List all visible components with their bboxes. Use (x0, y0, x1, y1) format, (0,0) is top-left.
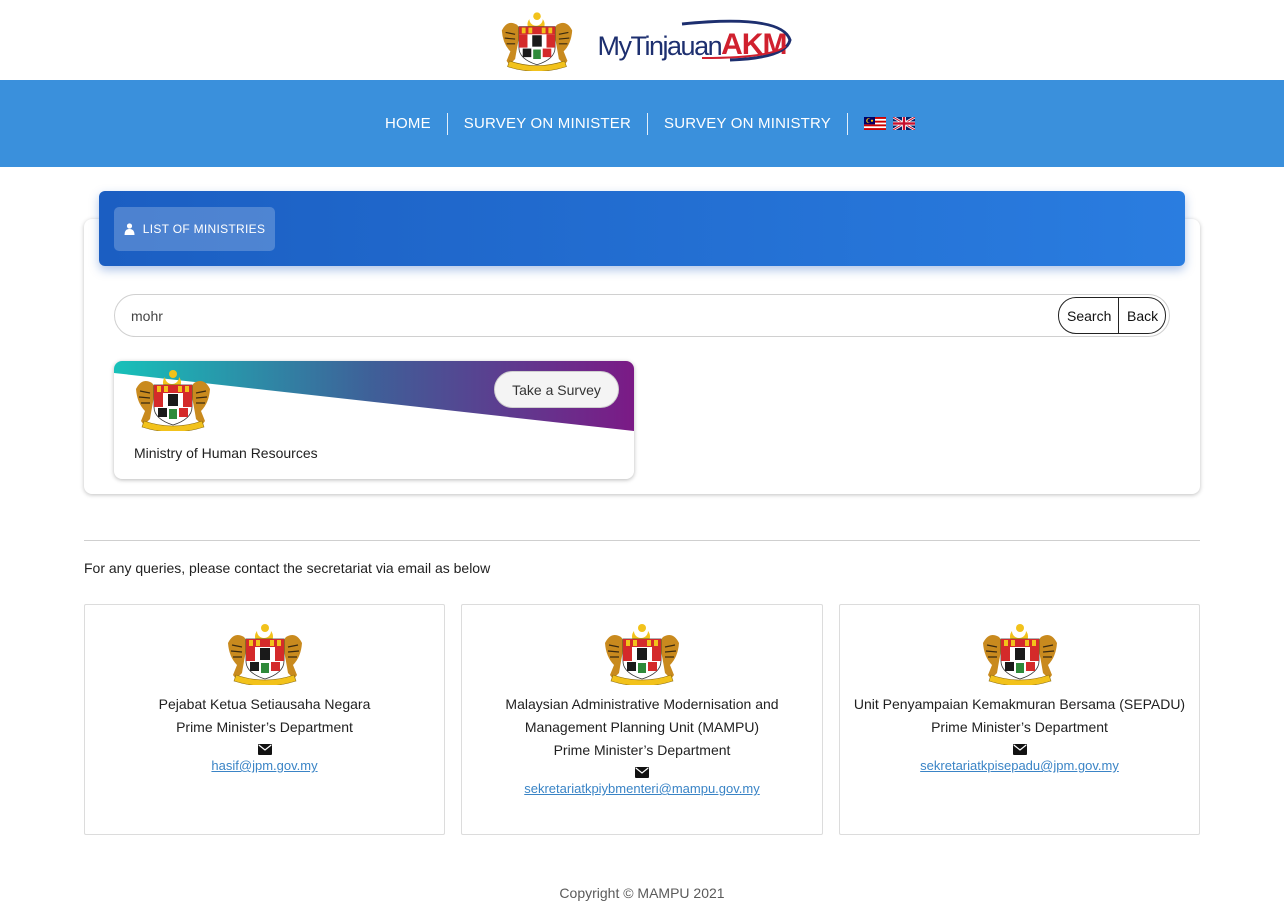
uk-flag-icon[interactable] (893, 117, 916, 130)
contact-department: Prime Minister’s Department (553, 742, 731, 758)
card-header: LIST OF MINISTRIES (99, 191, 1185, 266)
search-button-group: Search Back (1058, 297, 1166, 334)
user-icon (124, 223, 135, 235)
envelope-icon (635, 767, 649, 778)
contact-crest-logo (224, 621, 306, 685)
envelope-icon (1012, 744, 1027, 755)
ministry-crest-logo (132, 367, 214, 431)
contact-email-link[interactable]: sekretariatkpisepadu@jpm.gov.my (920, 758, 1119, 773)
nav-survey-on-ministry[interactable]: SURVEY ON MINISTRY (648, 113, 847, 135)
language-switcher (848, 117, 916, 130)
contact-email-link[interactable]: hasif@jpm.gov.my (211, 758, 317, 773)
contact-department: Prime Minister’s Department (176, 719, 353, 735)
contact-intro: For any queries, please contact the secr… (84, 560, 491, 576)
back-button[interactable]: Back (1119, 297, 1166, 334)
contact-card-pejabat-ksn: Pejabat Ketua Setiausaha Negara Prime Mi… (84, 604, 445, 835)
search-button[interactable]: Search (1058, 297, 1119, 334)
brand-prefix: MyTinjauan (597, 31, 723, 61)
section-divider (84, 540, 1200, 541)
contact-org-name: Unit Penyampaian Kemakmuran Bersama (SEP… (853, 696, 1186, 712)
contact-org-name-continued: Management Planning Unit (MAMPU) (524, 719, 760, 735)
tab-list-of-ministries[interactable]: LIST OF MINISTRIES (114, 207, 275, 251)
tab-label: LIST OF MINISTRIES (142, 222, 266, 236)
ministry-name: Ministry of Human Resources (134, 445, 318, 461)
envelope-icon (257, 744, 272, 755)
search-input[interactable] (115, 295, 1058, 336)
top-header: MyTinjauan AKM (0, 0, 1284, 80)
contact-email-link[interactable]: sekretariatkpiybmenteri@mampu.gov.my (524, 781, 759, 796)
contact-org-name: Malaysian Administrative Modernisation a… (505, 696, 779, 712)
malaysia-flag-icon[interactable] (864, 117, 887, 130)
mytinjauan-akm-logo[interactable]: MyTinjauan AKM (597, 18, 792, 62)
copyright-text: Copyright © MAMPU 2021 (559, 885, 725, 901)
contact-department: Prime Minister’s Department (931, 719, 1108, 735)
nav-home[interactable]: HOME (369, 113, 447, 135)
main-navigation: HOME SURVEY ON MINISTER SURVEY ON MINIST… (0, 80, 1284, 167)
contact-org-name: Pejabat Ketua Setiausaha Negara (158, 696, 371, 712)
search-bar: Search Back (114, 294, 1170, 337)
take-a-survey-button[interactable]: Take a Survey (494, 371, 619, 408)
contact-card-mampu: Malaysian Administrative Modernisation a… (461, 604, 823, 835)
ministry-card: Take a Survey Ministry of Human Resource… (114, 361, 634, 479)
contact-crest-logo (979, 621, 1061, 685)
nav-survey-on-minister[interactable]: SURVEY ON MINISTER (448, 113, 647, 135)
contact-card-sepadu: Unit Penyampaian Kemakmuran Bersama (SEP… (839, 604, 1200, 835)
contact-crest-logo (601, 621, 683, 685)
brand-suffix: AKM (721, 28, 787, 61)
malaysia-coat-of-arms-logo (498, 9, 576, 71)
